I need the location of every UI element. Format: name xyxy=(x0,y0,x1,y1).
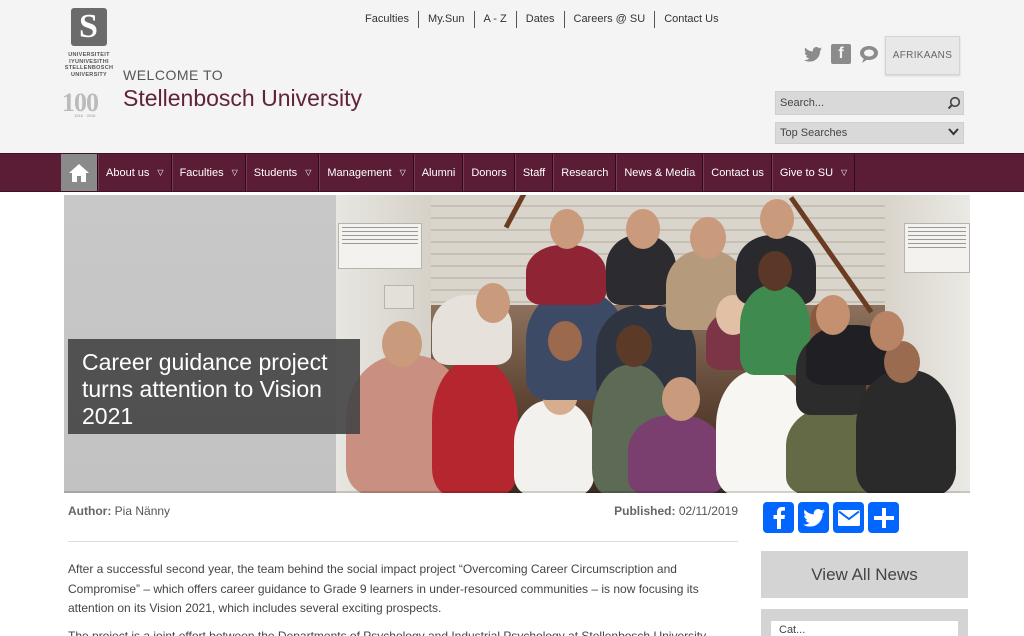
sidebar-box-content: Cat... xyxy=(771,621,958,636)
article-paragraph: After a successful second year, the team… xyxy=(68,562,699,615)
home-button[interactable] xyxy=(61,154,98,191)
plus-icon xyxy=(873,507,894,528)
top-link-dates[interactable]: Dates xyxy=(515,11,564,28)
social-links: f xyxy=(803,44,879,64)
top-link-faculties[interactable]: Faculties xyxy=(356,11,418,28)
top-link-contact[interactable]: Contact Us xyxy=(654,11,727,28)
caret-down-icon: ▽ xyxy=(841,168,848,177)
published-info: Published: 02/11/2019 xyxy=(614,504,738,518)
hero-caption: Career guidance project turns attention … xyxy=(82,349,328,429)
nav-news-media[interactable]: News & Media xyxy=(616,154,704,191)
logo-mark: S xyxy=(71,8,107,46)
caret-down-icon: ▽ xyxy=(231,168,238,177)
author-name: Pia Nänny xyxy=(114,504,171,518)
university-logo[interactable]: S UNIVERSITEIT IYUNIVESITHI STELLENBOSCH… xyxy=(60,8,118,78)
top-searches-select[interactable]: Top Searches xyxy=(775,122,964,144)
caret-down-icon: ▽ xyxy=(157,168,164,177)
top-link-mysun[interactable]: My.Sun xyxy=(418,11,473,28)
facebook-share-button[interactable] xyxy=(763,502,794,533)
email-share-button[interactable] xyxy=(833,502,864,533)
nav-faculties[interactable]: Faculties ▽ xyxy=(171,154,246,191)
top-searches-label: Top Searches xyxy=(780,127,848,139)
twitter-icon[interactable] xyxy=(803,44,823,64)
search-input[interactable] xyxy=(776,92,945,114)
afrikaans-button[interactable]: AFRIKAANS xyxy=(885,36,960,75)
facebook-icon xyxy=(773,506,785,529)
nav-donors[interactable]: Donors xyxy=(463,154,515,191)
nav-research[interactable]: Research xyxy=(553,154,617,191)
nav-contact-us[interactable]: Contact us xyxy=(703,154,772,191)
nav-alumni[interactable]: Alumni xyxy=(413,154,464,191)
home-icon xyxy=(69,163,89,182)
caret-down-icon: ▽ xyxy=(305,168,312,177)
share-buttons xyxy=(763,502,899,533)
nav-about-us[interactable]: About us ▽ xyxy=(98,154,172,191)
divider xyxy=(68,541,738,542)
view-all-news-button[interactable]: View All News xyxy=(761,551,968,598)
article-meta: Author: Pia Nänny Published: 02/11/2019 xyxy=(68,504,738,518)
top-link-careers[interactable]: Careers @ SU xyxy=(563,11,655,28)
university-name[interactable]: Stellenbosch University xyxy=(123,85,362,112)
centenary-years: 1918 · 2018 xyxy=(74,113,96,118)
twitter-share-button[interactable] xyxy=(798,502,829,533)
twitter-icon xyxy=(802,508,825,527)
group-photo xyxy=(336,195,970,493)
top-links: Faculties My.Sun A - Z Dates Careers @ S… xyxy=(356,11,728,28)
nav-students[interactable]: Students ▽ xyxy=(245,154,320,191)
site-header: S UNIVERSITEIT IYUNIVESITHI STELLENBOSCH… xyxy=(0,0,1024,153)
search-box xyxy=(775,91,964,115)
published-date: 02/11/2019 xyxy=(678,504,738,518)
hero-shadow xyxy=(64,491,970,493)
article-paragraph: The project is a joint effort between th… xyxy=(68,629,707,636)
nav-management[interactable]: Management ▽ xyxy=(319,154,414,191)
hero-caption-box[interactable]: Career guidance project turns attention … xyxy=(68,339,360,434)
email-icon xyxy=(837,509,860,526)
sidebar-box: Cat... xyxy=(761,609,968,636)
logo-words: UNIVERSITEIT IYUNIVESITHI STELLENBOSCH U… xyxy=(64,52,114,78)
main-nav: About us ▽ Faculties ▽ Students ▽ Managemen… xyxy=(0,153,1024,192)
welcome-text: WELCOME TO xyxy=(123,67,224,83)
facebook-icon[interactable]: f xyxy=(831,44,851,64)
nav-staff[interactable]: Staff xyxy=(514,154,554,191)
published-label: Published: xyxy=(614,504,676,518)
chat-icon[interactable] xyxy=(859,44,879,64)
caret-down-icon: ▽ xyxy=(399,168,406,177)
top-link-a-z[interactable]: A - Z xyxy=(473,11,516,28)
author-label: Author: xyxy=(68,504,112,518)
more-share-button[interactable] xyxy=(868,502,899,533)
search-icon[interactable] xyxy=(945,94,963,112)
nav-give-to-su[interactable]: Give to SU ▽ xyxy=(771,154,856,191)
chevron-down-icon xyxy=(948,127,959,139)
